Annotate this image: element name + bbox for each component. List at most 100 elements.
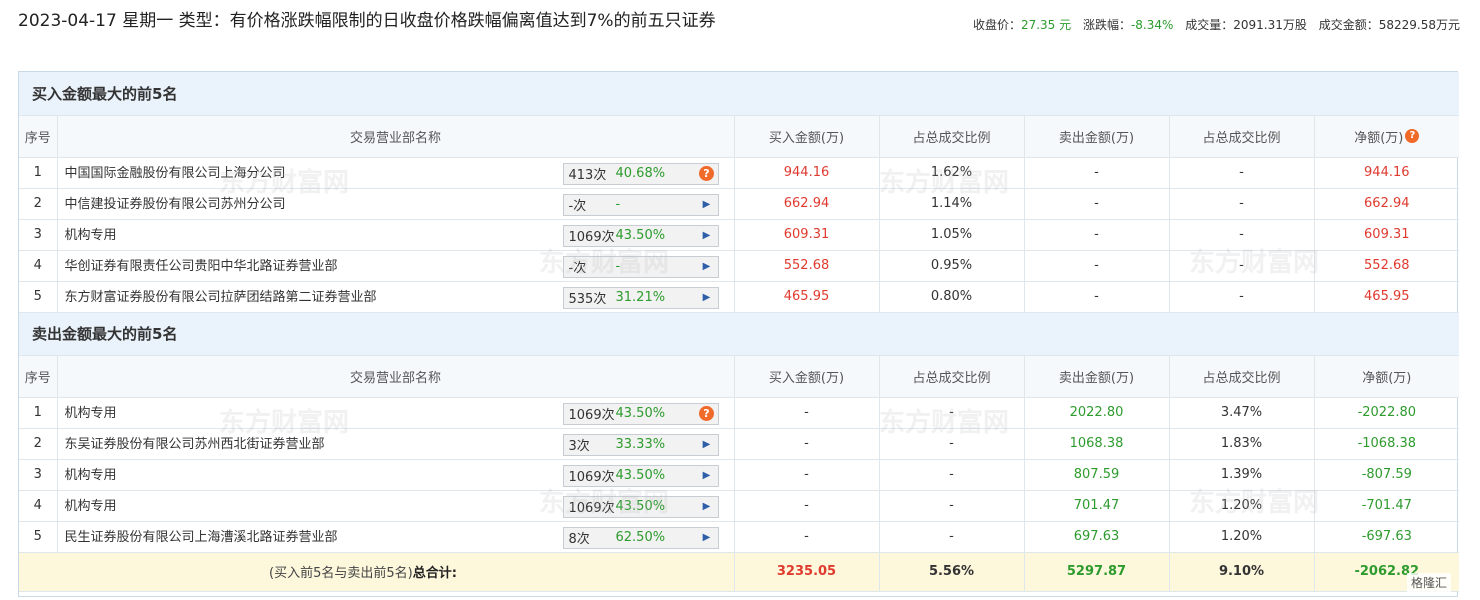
col-header-label: 序号 bbox=[24, 370, 51, 386]
col-header-buy: 买入金额(万) bbox=[734, 355, 880, 398]
buy-section-header: 买入金额最大的前5名 bbox=[19, 72, 1460, 116]
row-seq: 4 bbox=[19, 490, 58, 522]
help-button[interactable]: ? bbox=[696, 406, 718, 421]
cell-buy-ratio: - bbox=[879, 490, 1025, 522]
triangle-right-icon[interactable]: ▶ bbox=[696, 230, 718, 241]
success-rate: 62.50% bbox=[615, 530, 666, 545]
cell-sell: - bbox=[1024, 250, 1170, 282]
broker-name[interactable]: 机构专用 bbox=[65, 464, 117, 483]
broker-name[interactable]: 东吴证券股份有限公司苏州西北街证券营业部 bbox=[65, 433, 325, 452]
cell-sell: - bbox=[1024, 157, 1170, 189]
question-icon: ? bbox=[699, 166, 714, 181]
broker-stats-badge[interactable]: -次 - ▶ bbox=[562, 255, 719, 278]
total-label-bold: 总合计: bbox=[412, 566, 457, 581]
cell-buy: 552.68 bbox=[734, 250, 880, 282]
table-row: 4 机构专用 1069次 43.50% ▶ - -701.47 1.20% -701.47 bbox=[19, 490, 1460, 522]
triangle-right-icon[interactable]: ▶ bbox=[696, 501, 718, 512]
broker-name[interactable]: 中信建投证券股份有限公司苏州分公司 bbox=[65, 193, 286, 212]
listing-count: 8次 bbox=[568, 532, 590, 547]
cell-sell-ratio: 1.83% bbox=[1169, 428, 1315, 460]
cell-buy: 609.31 bbox=[734, 219, 880, 251]
row-seq: 3 bbox=[19, 219, 58, 251]
col-header-net: 净额(万) bbox=[1314, 355, 1460, 398]
broker-stats-badge[interactable]: 1069次 43.50% ▶ bbox=[562, 464, 719, 487]
trading-table: 买入金额最大的前5名 序号 交易营业部名称 买入金额(万) 占总成交比例 卖出金额(万) 占… bbox=[19, 72, 1460, 592]
cell-net: -2022.80 bbox=[1314, 397, 1460, 429]
broker-name[interactable]: 中国国际金融股份有限公司上海分公司 bbox=[65, 162, 286, 181]
listing-count: 1069次 bbox=[568, 501, 615, 516]
col-header-seq: 序号 bbox=[19, 355, 58, 398]
triangle-right-icon[interactable]: ▶ bbox=[696, 199, 718, 210]
broker-stats-badge[interactable]: 535次 31.21% ▶ bbox=[562, 286, 719, 309]
col-header-net: 净额(万)? bbox=[1314, 115, 1460, 158]
broker-name[interactable]: 东方财富证券股份有限公司拉萨团结路第二证券营业部 bbox=[65, 286, 377, 305]
broker-cell: 华创证券有限责任公司贵阳中华北路证券营业部 -次 - ▶ bbox=[57, 250, 735, 282]
total-label: (买入前5名与卖出前5名)总合计: bbox=[19, 552, 735, 592]
close-price-label: 收盘价： bbox=[972, 18, 1021, 32]
cell-sell-ratio: - bbox=[1169, 188, 1315, 220]
col-header-name: 交易营业部名称 bbox=[57, 355, 735, 398]
table-row: 5 东方财富证券股份有限公司拉萨团结路第二证券营业部 535次 31.21% ▶ 465.… bbox=[19, 281, 1460, 313]
cell-sell: 2022.80 bbox=[1024, 397, 1170, 429]
cell-net: 465.95 bbox=[1314, 281, 1460, 313]
cell-sell: 1068.38 bbox=[1024, 428, 1170, 460]
table-row: 3 机构专用 1069次 43.50% ▶ 609.31 1.05% - -609.31 bbox=[19, 219, 1460, 251]
triangle-right-icon[interactable]: ▶ bbox=[696, 292, 718, 303]
broker-stats-badge[interactable]: 1069次 43.50%? bbox=[562, 402, 719, 425]
col-header-label: 交易营业部名称 bbox=[349, 370, 441, 386]
triangle-right-icon[interactable]: ▶ bbox=[696, 532, 718, 543]
table-row: 3 机构专用 1069次 43.50% ▶ - -807.59 1.39% -807.59 bbox=[19, 459, 1460, 491]
page-title: 2023-04-17 星期一 类型：有价格涨跌幅限制的日收盘价格跌幅偏离值达到7… bbox=[18, 11, 716, 31]
cell-sell-ratio: 1.20% bbox=[1169, 521, 1315, 553]
triangle-right-icon[interactable]: ▶ bbox=[696, 439, 718, 450]
cell-buy-ratio: 1.05% bbox=[879, 219, 1025, 251]
broker-stats-badge[interactable]: 413次 40.68%? bbox=[562, 162, 719, 185]
broker-name[interactable]: 华创证券有限责任公司贵阳中华北路证券营业部 bbox=[65, 255, 338, 274]
question-icon[interactable]: ? bbox=[1405, 128, 1420, 143]
broker-name[interactable]: 机构专用 bbox=[65, 495, 117, 514]
help-button[interactable]: ? bbox=[696, 166, 718, 181]
row-seq: 2 bbox=[19, 428, 58, 460]
volume-value: 2091.31万股 bbox=[1233, 18, 1307, 32]
change-value: -8.34% bbox=[1130, 18, 1174, 32]
listing-count: 1069次 bbox=[568, 408, 615, 423]
total-label-prefix: (买入前5名与卖出前5名) bbox=[269, 566, 413, 581]
broker-stats-badge[interactable]: -次 - ▶ bbox=[562, 193, 719, 216]
total-buy: 3235.05 bbox=[734, 552, 880, 592]
broker-stats-badge[interactable]: 3次 33.33% ▶ bbox=[562, 433, 719, 456]
cell-buy-ratio: 0.80% bbox=[879, 281, 1025, 313]
cell-sell-ratio: 1.39% bbox=[1169, 459, 1315, 491]
broker-name[interactable]: 机构专用 bbox=[65, 402, 117, 421]
buy-section-column-header: 序号 交易营业部名称 买入金额(万) 占总成交比例 卖出金额(万) 占总成交比例 净额(万)… bbox=[19, 115, 1460, 158]
broker-name[interactable]: 民生证券股份有限公司上海漕溪北路证券营业部 bbox=[65, 526, 338, 545]
row-seq: 2 bbox=[19, 188, 58, 220]
row-seq: 3 bbox=[19, 459, 58, 491]
cell-net: -807.59 bbox=[1314, 459, 1460, 491]
broker-cell: 民生证券股份有限公司上海漕溪北路证券营业部 8次 62.50% ▶ bbox=[57, 521, 735, 553]
cell-buy-ratio: - bbox=[879, 428, 1025, 460]
buy-section-title: 买入金额最大的前5名 bbox=[19, 72, 1460, 116]
row-seq: 1 bbox=[19, 397, 58, 429]
cell-sell-ratio: 3.47% bbox=[1169, 397, 1315, 429]
col-header-sell: 卖出金额(万) bbox=[1024, 115, 1170, 158]
col-header-name: 交易营业部名称 bbox=[57, 115, 735, 158]
volume-label: 成交量： bbox=[1185, 18, 1234, 32]
broker-name[interactable]: 机构专用 bbox=[65, 224, 117, 243]
page-header: 2023-04-17 星期一 类型：有价格涨跌幅限制的日收盘价格跌幅偏离值达到7… bbox=[18, 8, 1460, 60]
broker-stats-badge[interactable]: 1069次 43.50% ▶ bbox=[562, 495, 719, 518]
triangle-right-icon[interactable]: ▶ bbox=[696, 470, 718, 481]
success-rate: 43.50% bbox=[615, 499, 666, 514]
change-label: 涨跌幅： bbox=[1082, 18, 1131, 32]
col-header-label: 序号 bbox=[24, 130, 51, 146]
col-header-buy-ratio: 占总成交比例 bbox=[879, 355, 1025, 398]
cell-sell-ratio: - bbox=[1169, 157, 1315, 189]
cell-buy: 465.95 bbox=[734, 281, 880, 313]
success-rate: 31.21% bbox=[615, 290, 666, 305]
col-header-label: 卖出金额(万) bbox=[1058, 130, 1135, 146]
broker-stats-badge[interactable]: 1069次 43.50% ▶ bbox=[562, 224, 719, 247]
broker-stats-badge[interactable]: 8次 62.50% ▶ bbox=[562, 526, 719, 549]
triangle-right-icon[interactable]: ▶ bbox=[696, 261, 718, 272]
broker-cell: 中信建投证券股份有限公司苏州分公司 -次 - ▶ bbox=[57, 188, 735, 220]
cell-sell: - bbox=[1024, 219, 1170, 251]
sell-section-title: 卖出金额最大的前5名 bbox=[19, 312, 1460, 356]
